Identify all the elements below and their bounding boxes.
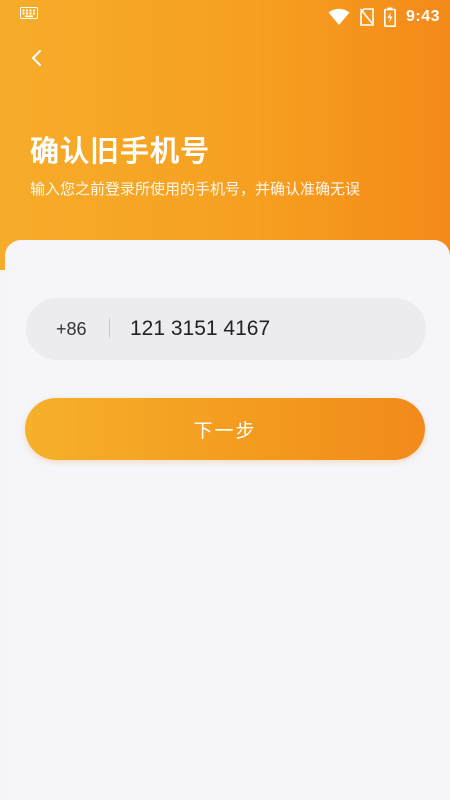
phone-input-row: +86 (26, 298, 426, 360)
no-sim-icon (359, 8, 374, 26)
country-code-selector[interactable]: +86 (56, 298, 87, 360)
status-icons: 9:43 (328, 6, 440, 28)
battery-charging-icon (383, 7, 396, 27)
back-button[interactable] (22, 44, 52, 72)
page-subtitle: 输入您之前登录所使用的手机号，并确认准确无误 (30, 180, 361, 198)
status-time: 9:43 (405, 8, 440, 25)
screen: 9:43 确认旧手机号 输入您之前登录所使用的手机号，并确认准确无误 +86 下… (0, 0, 450, 800)
input-divider (109, 318, 110, 338)
keyboard-icon (20, 7, 38, 19)
chevron-left-icon (32, 50, 41, 66)
phone-input[interactable] (130, 298, 410, 360)
page-title: 确认旧手机号 (30, 134, 211, 168)
wifi-icon (328, 8, 350, 25)
next-button[interactable]: 下一步 (25, 398, 425, 460)
status-bar: 9:43 (0, 0, 450, 34)
